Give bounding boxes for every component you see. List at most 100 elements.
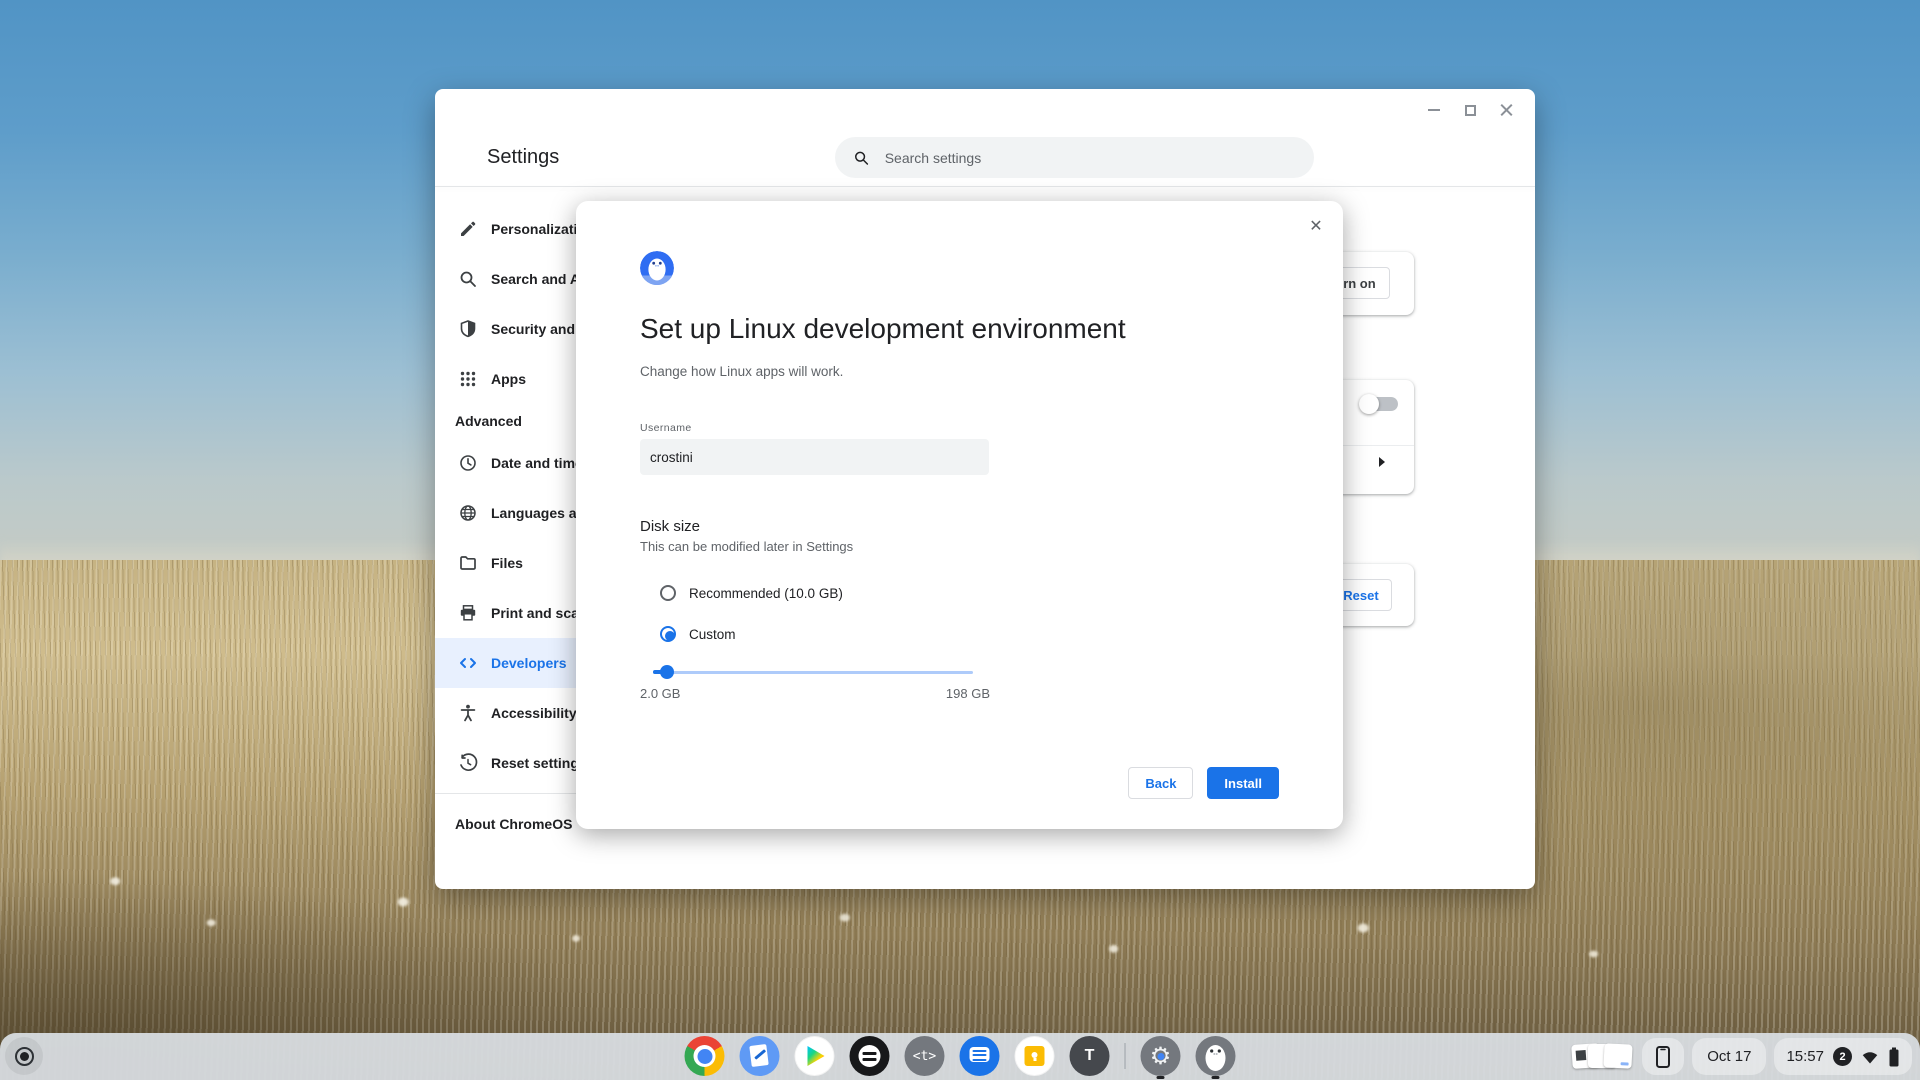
install-button[interactable]: Install	[1207, 767, 1279, 799]
window-controls	[1423, 99, 1517, 121]
clock-label: 15:57	[1786, 1048, 1824, 1065]
crostini-penguin-logo	[640, 251, 674, 285]
reset-icon	[458, 753, 478, 773]
dialog-actions: Back Install	[1128, 767, 1279, 799]
keep-app-icon[interactable]	[1015, 1036, 1055, 1076]
launcher-dot	[20, 1052, 29, 1061]
chrome-icon[interactable]	[685, 1036, 725, 1076]
radio-unselected-icon	[660, 585, 676, 601]
toggle-switch[interactable]	[1362, 397, 1398, 411]
username-label: Username	[640, 422, 692, 434]
search-icon	[458, 269, 478, 289]
text-app-glyph: <t>	[913, 1049, 936, 1064]
pen-icon	[458, 219, 478, 239]
thumbnail-content	[1621, 1062, 1629, 1065]
system-tray[interactable]: 15:57 2	[1774, 1038, 1912, 1075]
close-window-button[interactable]	[1495, 99, 1517, 121]
settings-app-icon[interactable]: ⚙	[1141, 1036, 1181, 1076]
sidebar-item-label: Print and scan	[491, 605, 587, 621]
sidebar-item-label: Developers	[491, 655, 566, 671]
username-field[interactable]	[640, 439, 989, 475]
launcher-icon	[15, 1047, 34, 1066]
slider-max-label: 198 GB	[946, 686, 990, 701]
page-title: Settings	[487, 146, 559, 169]
notification-count-badge: 2	[1833, 1047, 1852, 1066]
sidebar-item-label: Date and time	[491, 455, 583, 471]
shelf: <t> T ⚙	[0, 1033, 1920, 1080]
back-button[interactable]: Back	[1128, 767, 1193, 799]
line-2	[863, 1058, 877, 1061]
running-indicator	[1212, 1076, 1220, 1079]
sidebar-item-label: Files	[491, 555, 523, 571]
search-icon	[853, 149, 870, 167]
penguin-icon	[1196, 1036, 1236, 1076]
linux-setup-dialog: ✕ Set up Linux development environment C…	[576, 201, 1343, 829]
screenshot-thumbnail	[1604, 1043, 1633, 1068]
linux-terminal-app-icon[interactable]	[1196, 1036, 1236, 1076]
radio-label: Custom	[689, 627, 736, 642]
settings-window: Settings Personalization Search and Assi…	[435, 89, 1535, 889]
keep-bulb-stem	[1033, 1058, 1036, 1061]
minimize-icon	[1428, 109, 1440, 111]
radio-option-recommended[interactable]: Recommended (10.0 GB)	[660, 585, 843, 601]
wifi-icon	[1861, 1049, 1879, 1065]
radio-label: Recommended (10.0 GB)	[689, 586, 843, 601]
dark-circle-app-icon[interactable]	[850, 1036, 890, 1076]
close-icon	[1500, 104, 1513, 117]
thumbnail-content	[1576, 1050, 1587, 1061]
settings-search-bar[interactable]	[835, 137, 1314, 178]
messages-app-icon[interactable]	[960, 1036, 1000, 1076]
text-editor-app-icon[interactable]: <t>	[905, 1036, 945, 1076]
launcher-button[interactable]	[5, 1037, 43, 1075]
globe-icon	[458, 503, 478, 523]
notes-app-icon[interactable]	[740, 1036, 780, 1076]
toggle-knob	[1359, 394, 1379, 414]
play-store-icon[interactable]	[795, 1036, 835, 1076]
shelf-app-row: <t> T ⚙	[685, 1036, 1236, 1076]
t-app-glyph: T	[1085, 1047, 1095, 1065]
line-1	[863, 1052, 877, 1055]
sidebar-item-label: Reset settings	[491, 755, 587, 771]
running-indicator	[1157, 1076, 1165, 1079]
calendar-date-button[interactable]: Oct 17	[1692, 1038, 1766, 1075]
minimize-button[interactable]	[1423, 99, 1445, 121]
apps-grid-icon	[458, 369, 478, 389]
maximize-button[interactable]	[1459, 99, 1481, 121]
gear-center-dot	[1157, 1053, 1164, 1060]
dialog-subtitle: Change how Linux apps will work.	[640, 364, 843, 379]
phone-icon	[1653, 1045, 1673, 1069]
play-triangle	[808, 1046, 825, 1066]
maximize-icon	[1465, 105, 1476, 116]
phone-hub-button[interactable]	[1642, 1038, 1684, 1075]
date-label: Oct 17	[1707, 1048, 1751, 1065]
dialog-close-button[interactable]: ✕	[1303, 213, 1329, 239]
disk-size-subtitle: This can be modified later in Settings	[640, 539, 853, 554]
slider-track[interactable]	[653, 671, 973, 674]
battery-icon	[1888, 1047, 1900, 1067]
dialog-title: Set up Linux development environment	[640, 313, 1126, 345]
tote-holding-space[interactable]	[1572, 1039, 1634, 1075]
shelf-separator	[1125, 1043, 1126, 1069]
shield-icon	[458, 319, 478, 339]
slider-thumb[interactable]	[660, 665, 674, 679]
radio-selected-icon	[660, 626, 676, 642]
accessibility-icon	[458, 703, 478, 723]
desktop: Settings Personalization Search and Assi…	[0, 0, 1920, 1080]
radio-option-custom[interactable]: Custom	[660, 626, 736, 642]
sidebar-item-label: Apps	[491, 371, 526, 387]
disk-size-slider[interactable]	[653, 665, 973, 679]
row-chevron-icon[interactable]	[1379, 457, 1385, 467]
disk-size-title: Disk size	[640, 518, 700, 535]
folder-icon	[458, 553, 478, 573]
chat-bubble	[970, 1047, 990, 1062]
printer-icon	[458, 603, 478, 623]
chrome-blue-center	[697, 1049, 712, 1064]
t-app-icon[interactable]: T	[1070, 1036, 1110, 1076]
sidebar-item-label: Accessibility	[491, 705, 577, 721]
status-area: Oct 17 15:57 2	[1572, 1038, 1912, 1075]
disc-shape	[859, 1045, 881, 1067]
search-input[interactable]	[885, 150, 1296, 166]
slider-range-labels: 2.0 GB 198 GB	[640, 686, 990, 701]
slider-min-label: 2.0 GB	[640, 686, 680, 701]
code-icon	[458, 653, 478, 673]
